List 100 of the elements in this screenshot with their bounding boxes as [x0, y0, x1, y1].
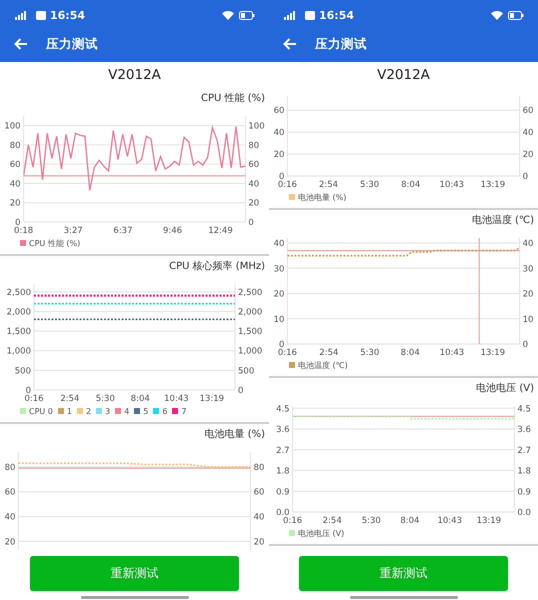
legend-label: CPU 0 [29, 406, 53, 416]
y-tick-label: 2.7 [276, 446, 290, 456]
page-title: 压力测试 [315, 36, 367, 52]
x-tick-label: 5:30 [360, 348, 380, 358]
y-tick-label: 1,000 [6, 346, 31, 357]
retest-button[interactable]: 重新测试 [299, 556, 508, 591]
y-tick-label: 1,500 [6, 327, 31, 338]
legend-label: 2 [86, 406, 92, 416]
y-tick-label: 60 [10, 160, 21, 170]
x-tick-label: 10:43 [438, 516, 462, 526]
y-tick-label: 4.5 [276, 404, 290, 414]
y-tick-label: 40 [248, 179, 260, 190]
x-tick-label: 3:27 [64, 226, 83, 236]
y-tick-label: 0 [522, 172, 528, 182]
device-name: V2012A [377, 67, 430, 83]
legend-label: 5 [143, 406, 148, 416]
y-tick-label: 20 [254, 537, 264, 548]
x-tick-label: 8:04 [400, 348, 420, 358]
x-tick-label: 0:16 [278, 348, 297, 358]
y-tick-label: 100 [248, 122, 265, 132]
y-tick-label: 40 [522, 128, 534, 138]
y-tick-label: 80 [10, 140, 21, 151]
y-tick-label: 2,000 [6, 307, 31, 318]
wifi-icon [222, 10, 234, 20]
y-tick-label: 20 [4, 537, 16, 548]
y-tick-label: 500 [14, 366, 31, 376]
x-tick-label: 13:19 [480, 348, 506, 358]
y-tick-label: 40 [274, 128, 284, 138]
y-tick-label: 0 [278, 172, 284, 182]
legend-label: 电池电量 (%) [298, 192, 346, 202]
y-tick-label: 2.7 [517, 446, 531, 456]
y-tick-label: 1,000 [238, 346, 262, 357]
device-name: V2012A [108, 67, 161, 83]
back-arrow-icon[interactable] [14, 38, 28, 50]
y-tick-label: 2,000 [238, 307, 262, 318]
y-tick-label: 20 [274, 290, 284, 300]
x-tick-label: 8:04 [130, 394, 150, 404]
legend-label: 1 [66, 406, 72, 416]
y-tick-label: 0.0 [276, 508, 290, 518]
y-tick-label: 40 [10, 179, 21, 190]
y-tick-label: 60 [254, 488, 264, 498]
y-tick-label: 80 [4, 462, 16, 473]
x-tick-label: 8:04 [401, 180, 420, 190]
page-title: 压力测试 [46, 36, 98, 52]
y-tick-label: 20 [274, 150, 284, 160]
x-tick-label: 12:49 [208, 226, 233, 236]
x-tick-label: 10:43 [440, 180, 464, 190]
network-badge-icon [36, 10, 46, 20]
y-tick-label: 1,500 [238, 327, 262, 338]
x-tick-label: 5:30 [362, 516, 381, 526]
x-tick-label: 0:16 [283, 516, 302, 526]
x-tick-label: 2:54 [322, 516, 342, 526]
y-tick-label: 0 [278, 340, 284, 350]
x-tick-label: 13:19 [480, 180, 506, 190]
x-tick-label: 13:19 [200, 394, 224, 404]
battery-icon [239, 10, 255, 20]
wifi-icon [491, 10, 503, 20]
x-tick-label: 8:04 [400, 516, 420, 526]
y-tick-label: 20 [10, 198, 21, 209]
legend-label: 电池电压 (V) [298, 528, 344, 538]
y-tick-label: 40 [254, 512, 264, 522]
network-badge-icon [305, 10, 315, 20]
y-tick-label: 20 [522, 150, 534, 160]
y-tick-label: 2,500 [238, 288, 262, 298]
chart-title: 电池温度 (℃) [472, 214, 534, 227]
y-tick-label: 0 [522, 340, 528, 350]
x-tick-label: 9:46 [162, 226, 182, 236]
x-tick-label: 13:19 [476, 516, 502, 526]
y-tick-label: 0.9 [517, 487, 531, 498]
x-tick-label: 0:16 [24, 394, 44, 404]
y-tick-label: 4.5 [517, 404, 531, 414]
y-tick-label: 40 [522, 239, 534, 250]
x-tick-label: 10:43 [164, 394, 189, 404]
legend-label: 6 [162, 406, 168, 416]
back-arrow-icon[interactable] [283, 38, 297, 50]
y-tick-label: 500 [238, 366, 254, 376]
x-tick-label: 0:18 [14, 226, 34, 236]
x-tick-label: 5:30 [360, 180, 380, 190]
legend-label: 3 [105, 406, 110, 416]
chart-title: 电池电量 (%) [204, 428, 265, 441]
retest-button[interactable]: 重新测试 [30, 556, 239, 591]
y-tick-label: 30 [274, 264, 284, 274]
y-tick-label: 0 [15, 218, 21, 228]
legend-label: 7 [181, 406, 187, 416]
x-tick-label: 5:30 [96, 394, 115, 404]
y-tick-label: 80 [248, 140, 260, 151]
y-tick-label: 0 [238, 386, 244, 396]
y-tick-label: 1.8 [517, 466, 531, 477]
chart-title: 电池电压 (V) [476, 382, 534, 395]
y-tick-label: 0 [248, 218, 254, 228]
x-tick-label: 2:54 [60, 394, 80, 404]
y-tick-label: 80 [254, 462, 264, 473]
x-tick-label: 0:16 [278, 180, 297, 190]
legend-label: 4 [124, 406, 130, 416]
y-tick-label: 60 [4, 488, 16, 498]
y-tick-label: 0.0 [517, 508, 531, 518]
y-tick-label: 3.6 [517, 425, 531, 436]
battery-icon [508, 10, 524, 20]
y-tick-label: 10 [274, 314, 284, 325]
y-tick-label: 3.6 [276, 425, 290, 436]
